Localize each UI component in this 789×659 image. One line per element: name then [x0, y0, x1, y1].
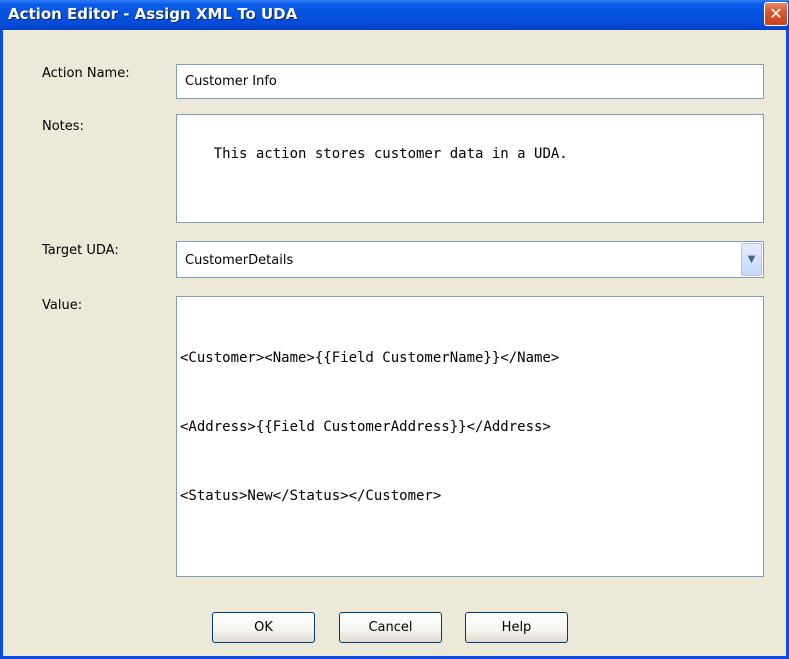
chevron-down-icon: ▼ — [747, 254, 756, 265]
value-label: Value: — [42, 298, 83, 313]
target-uda-value: CustomerDetails — [185, 253, 294, 268]
close-icon: ✕ — [769, 4, 783, 23]
action-name-value: Customer Info — [185, 74, 277, 89]
window-title: Action Editor - Assign XML To UDA — [8, 5, 298, 23]
notes-textarea[interactable]: This action stores customer data in a UD… — [176, 114, 764, 223]
title-bar[interactable]: Action Editor - Assign XML To UDA ✕ — [0, 0, 789, 30]
close-button[interactable]: ✕ — [764, 2, 788, 26]
cancel-button[interactable]: Cancel — [339, 612, 442, 643]
value-line: <Status>New</Status></Customer> — [180, 488, 442, 504]
dropdown-button[interactable]: ▼ — [741, 243, 762, 276]
value-line: <Address>{{Field CustomerAddress}}</Addr… — [180, 419, 551, 435]
ok-button[interactable]: OK — [212, 612, 315, 643]
notes-value: This action stores customer data in a UD… — [213, 146, 568, 162]
help-button[interactable]: Help — [465, 612, 568, 643]
notes-label: Notes: — [42, 119, 84, 134]
dialog-window: Action Editor - Assign XML To UDA ✕ Acti… — [0, 0, 789, 659]
value-line: <Customer><Name>{{Field CustomerName}}</… — [180, 350, 560, 366]
value-textarea[interactable]: <Customer><Name>{{Field CustomerName}}</… — [176, 296, 764, 577]
action-name-label: Action Name: — [42, 66, 130, 81]
target-uda-select[interactable]: CustomerDetails ▼ — [176, 241, 764, 278]
action-name-input[interactable]: Customer Info — [176, 64, 764, 99]
target-uda-label: Target UDA: — [42, 243, 119, 258]
